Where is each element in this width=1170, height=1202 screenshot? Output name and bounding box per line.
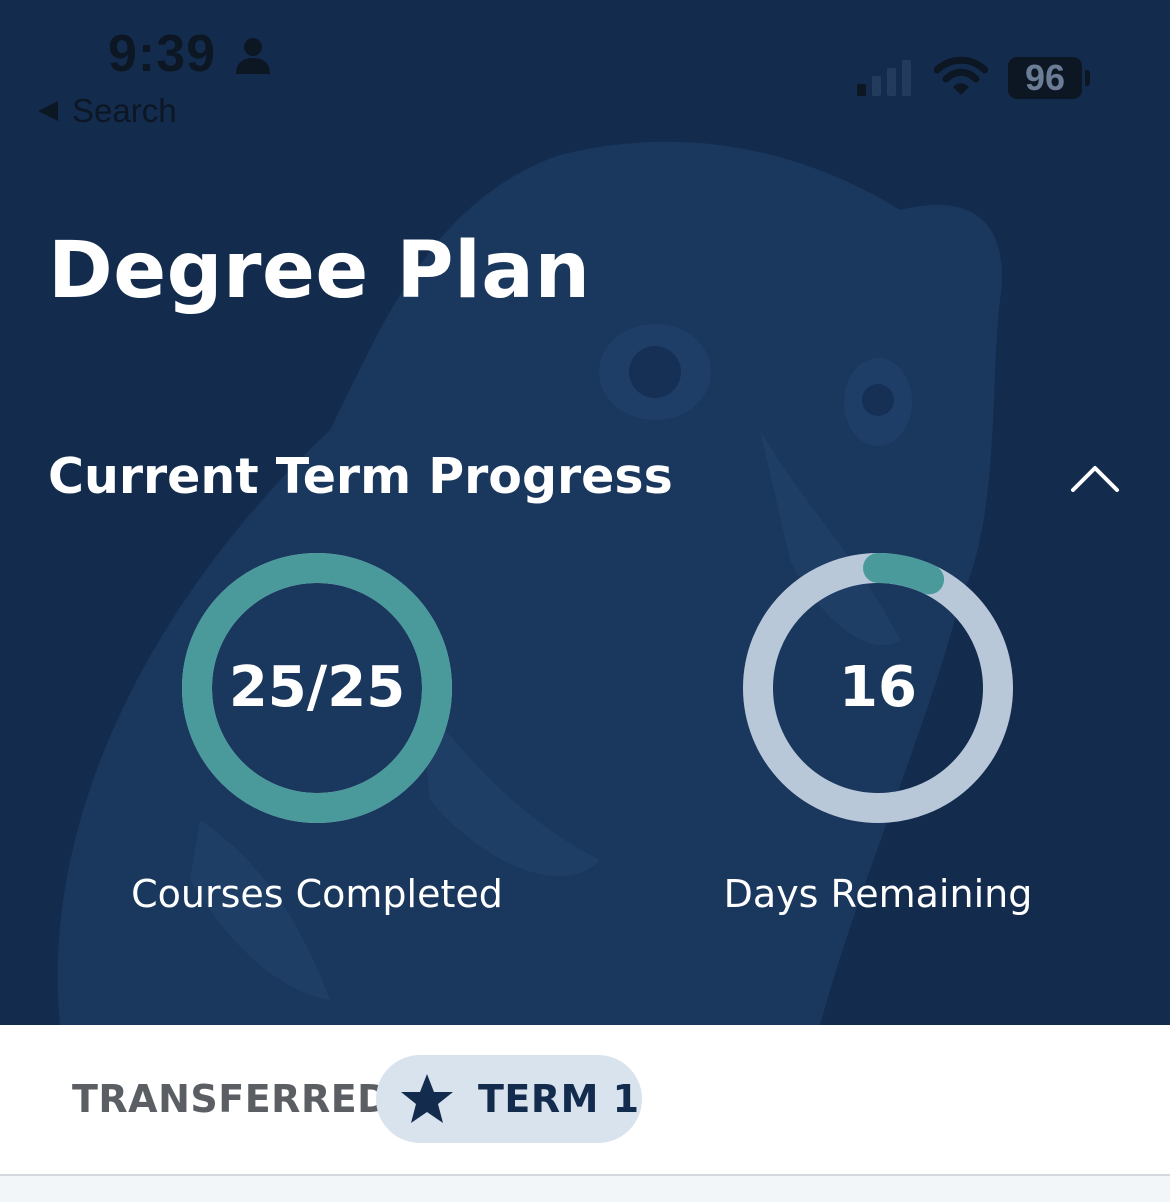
courses-completed-label: Courses Completed	[131, 872, 503, 916]
tab-term-1-label: TERM 1	[478, 1077, 640, 1121]
cellular-signal-icon	[857, 60, 911, 96]
person-icon	[236, 38, 270, 74]
days-remaining-label: Days Remaining	[723, 872, 1033, 916]
tab-term-1[interactable]: TERM 1	[376, 1055, 642, 1143]
section-title: Current Term Progress	[48, 448, 673, 505]
page-title: Degree Plan	[48, 226, 591, 316]
star-icon	[401, 1074, 453, 1123]
chevron-up-icon[interactable]	[1068, 460, 1122, 500]
status-time: 9:39	[108, 25, 217, 83]
back-label: Search	[72, 92, 177, 129]
battery-nub	[1085, 70, 1090, 86]
progress-header: 9:39 Search 96 Degree Plan Current Term …	[0, 0, 1170, 1025]
wifi-icon	[934, 56, 988, 95]
tab-transferred[interactable]: TRANSFERRED	[72, 1077, 389, 1121]
term-tabs: TRANSFERRED TERM 1	[0, 1025, 1170, 1174]
battery-indicator: 96	[1008, 57, 1082, 99]
back-arrow-icon	[38, 101, 58, 121]
content-area	[0, 1176, 1170, 1202]
back-to-search-button[interactable]: Search	[38, 92, 177, 130]
courses-completed-value: 25/25	[228, 655, 406, 720]
days-remaining-value: 16	[839, 655, 917, 720]
